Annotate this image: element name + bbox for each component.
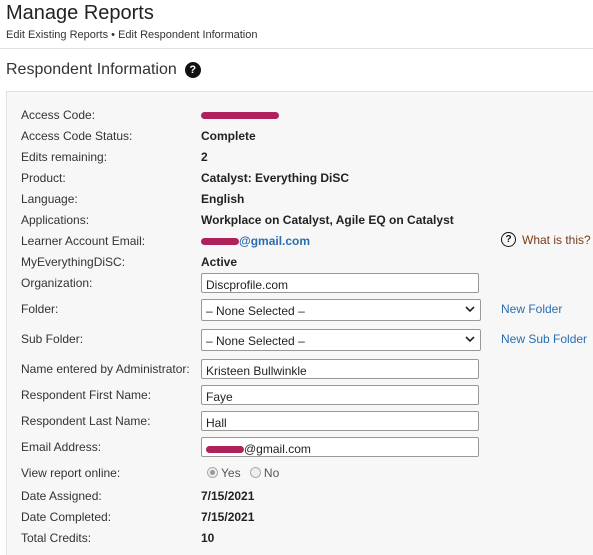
date-assigned-row: Date Assigned: 7/15/2021 [21, 486, 591, 506]
learner-email-row: Learner Account Email: @gmail.com ? What… [21, 231, 591, 251]
page-header: Manage Reports Edit Existing Reports • E… [6, 0, 257, 41]
myeverythingdisc-row: MyEverythingDiSC: Active [21, 252, 591, 272]
language-row: Language: English [21, 189, 591, 209]
section-title-text: Respondent Information [6, 61, 177, 78]
folder-label: Folder: [21, 302, 59, 316]
section-title: Respondent Information ? [6, 61, 201, 79]
new-folder-link[interactable]: New Folder [501, 302, 562, 316]
subfolder-label: Sub Folder: [21, 332, 84, 346]
view-online-radio-group: Yes No [207, 465, 285, 480]
edits-row: Edits remaining: 2 [21, 147, 591, 167]
last-name-field[interactable]: Hall [201, 411, 479, 431]
total-credits-value: 10 [201, 531, 215, 545]
folder-select[interactable]: – None Selected – [201, 299, 481, 321]
date-completed-value: 7/15/2021 [201, 510, 255, 524]
learner-email-label: Learner Account Email: [21, 234, 146, 248]
status-row: Access Code Status: Complete [21, 126, 591, 146]
admin-name-label: Name entered by Administrator: [21, 362, 190, 376]
access-code-value [201, 108, 279, 122]
product-label: Product: [21, 171, 66, 185]
total-credits-label: Total Credits: [21, 531, 92, 545]
chevron-down-icon [465, 306, 475, 313]
question-circle-icon[interactable]: ? [184, 62, 201, 78]
myeverythingdisc-value: Active [201, 255, 238, 269]
subfolder-select[interactable]: – None Selected – [201, 329, 481, 351]
admin-name-field[interactable]: Kristeen Bullwinkle [201, 359, 479, 379]
access-code-label: Access Code: [21, 108, 96, 122]
product-row: Product: Catalyst: Everything DiSC [21, 168, 591, 188]
first-name-field[interactable]: Faye [201, 385, 479, 405]
view-online-row: View report online: Yes No [21, 463, 591, 483]
view-online-yes-label: Yes [221, 465, 241, 480]
folder-row: Folder: – None Selected – New Folder [21, 299, 591, 321]
chevron-down-icon [465, 336, 475, 343]
email-row: Email Address: @gmail.com [21, 437, 591, 457]
organization-label: Organization: [21, 276, 93, 290]
edits-value: 2 [201, 150, 208, 164]
question-circle-icon: ? [501, 232, 516, 247]
last-name-row: Respondent Last Name: Hall [21, 411, 591, 431]
learner-email-domain: @gmail.com [239, 234, 311, 248]
view-online-no-radio[interactable] [249, 467, 261, 479]
date-completed-row: Date Completed: 7/15/2021 [21, 507, 591, 527]
admin-name-row: Name entered by Administrator: Kristeen … [21, 359, 591, 379]
edits-label: Edits remaining: [21, 150, 108, 164]
language-value: English [201, 192, 245, 206]
date-completed-label: Date Completed: [21, 510, 112, 524]
what-is-this-text: What is this? [522, 232, 591, 247]
date-assigned-label: Date Assigned: [21, 489, 102, 503]
email-field[interactable]: @gmail.com [201, 437, 479, 457]
organization-row: Organization: Discprofile.com [21, 273, 591, 293]
last-name-label: Respondent Last Name: [21, 414, 151, 428]
applications-label: Applications: [21, 213, 90, 227]
divider [0, 48, 593, 49]
language-label: Language: [21, 192, 78, 206]
new-subfolder-link[interactable]: New Sub Folder [501, 332, 587, 346]
total-credits-row: Total Credits: 10 [21, 528, 591, 548]
applications-row: Applications: Workplace on Catalyst, Agi… [21, 210, 591, 230]
organization-field[interactable]: Discprofile.com [201, 273, 479, 293]
breadcrumb: Edit Existing Reports • Edit Respondent … [6, 29, 258, 41]
status-value: Complete [201, 129, 256, 143]
respondent-info-panel: Access Code: Access Code Status: Complet… [6, 91, 593, 555]
product-value: Catalyst: Everything DiSC [201, 171, 350, 185]
subfolder-selected-value: – None Selected – [206, 334, 305, 348]
what-is-this-link[interactable]: ? What is this? [501, 232, 591, 247]
myeverythingdisc-label: MyEverythingDiSC: [21, 255, 126, 269]
applications-value: Workplace on Catalyst, Agile EQ on Catal… [201, 213, 454, 227]
learner-email-value[interactable]: @gmail.com [201, 234, 310, 248]
email-field-domain: @gmail.com [244, 442, 311, 456]
first-name-label: Respondent First Name: [21, 388, 152, 402]
access-code-row: Access Code: [21, 105, 591, 125]
folder-selected-value: – None Selected – [206, 304, 305, 318]
email-label: Email Address: [21, 440, 102, 454]
page-title: Manage Reports [6, 2, 154, 24]
view-online-label: View report online: [21, 466, 121, 480]
view-online-yes-radio[interactable] [207, 467, 218, 479]
status-label: Access Code Status: [21, 129, 133, 143]
first-name-row: Respondent First Name: Faye [21, 385, 591, 405]
subfolder-row: Sub Folder: – None Selected – New Sub Fo… [21, 329, 591, 351]
date-assigned-value: 7/15/2021 [201, 489, 255, 503]
view-online-no-label: No [263, 465, 280, 480]
